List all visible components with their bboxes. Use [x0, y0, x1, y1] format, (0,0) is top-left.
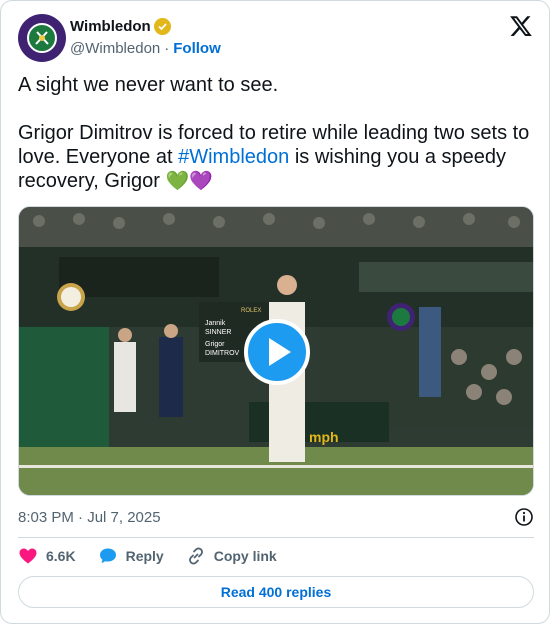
reply-bubble-icon — [99, 548, 116, 564]
like-button[interactable]: 6.6K — [18, 546, 76, 566]
scoreboard-text: Jannik — [205, 320, 226, 327]
tweet-text: A sight we never want to see. Grigor Dim… — [18, 73, 538, 193]
tweet-card: Wimbledon @Wimbledon · Follow A sight we… — [0, 0, 550, 624]
reply-label: Reply — [125, 548, 164, 564]
video-player[interactable]: Jannik SINNER Grigor DIMITROV ROLEX mph — [18, 206, 534, 496]
scoreboard-text: Grigor — [205, 341, 225, 348]
purple-heart-emoji: 💜 — [189, 171, 213, 192]
avatar[interactable] — [18, 14, 66, 62]
reply-button[interactable]: Reply — [98, 546, 164, 566]
timestamp[interactable]: 8:03 PM · Jul 7, 2025 — [18, 509, 161, 526]
tweet-line-2: Grigor Dimitrov is forced to retire whil… — [18, 121, 538, 193]
like-count: 6.6K — [46, 548, 76, 564]
tweet-line-1: A sight we never want to see. — [18, 74, 279, 96]
verified-badge-icon — [153, 17, 171, 35]
play-button[interactable] — [244, 319, 310, 385]
tweet-header: Wimbledon @Wimbledon · Follow — [18, 14, 533, 62]
scoreboard-text: DIMITROV — [205, 350, 240, 357]
separator-dot: · — [164, 39, 170, 57]
info-icon[interactable] — [514, 507, 534, 527]
link-icon — [188, 547, 203, 565]
green-heart-emoji: 💚 — [165, 171, 190, 192]
heart-icon — [19, 548, 37, 564]
action-bar: 6.6K Reply Copy link — [18, 545, 299, 567]
display-name[interactable]: Wimbledon — [70, 18, 151, 35]
copy-link-label: Copy link — [213, 548, 277, 564]
play-icon — [269, 338, 291, 366]
handle[interactable]: @Wimbledon — [70, 40, 160, 57]
hashtag-link[interactable]: #Wimbledon — [178, 146, 289, 168]
scoreboard-brand: ROLEX — [241, 308, 261, 314]
copy-link-button[interactable]: Copy link — [186, 546, 277, 566]
wimbledon-logo-icon — [27, 23, 57, 53]
board-text: mph — [309, 429, 339, 445]
follow-button[interactable]: Follow — [173, 40, 221, 57]
read-replies-button[interactable]: Read 400 replies — [18, 576, 534, 608]
author-names: Wimbledon @Wimbledon · Follow — [70, 16, 221, 58]
divider — [18, 537, 534, 538]
scoreboard-text: SINNER — [205, 329, 231, 336]
x-logo-icon[interactable] — [509, 14, 533, 38]
tweet-meta: 8:03 PM · Jul 7, 2025 — [18, 507, 534, 527]
